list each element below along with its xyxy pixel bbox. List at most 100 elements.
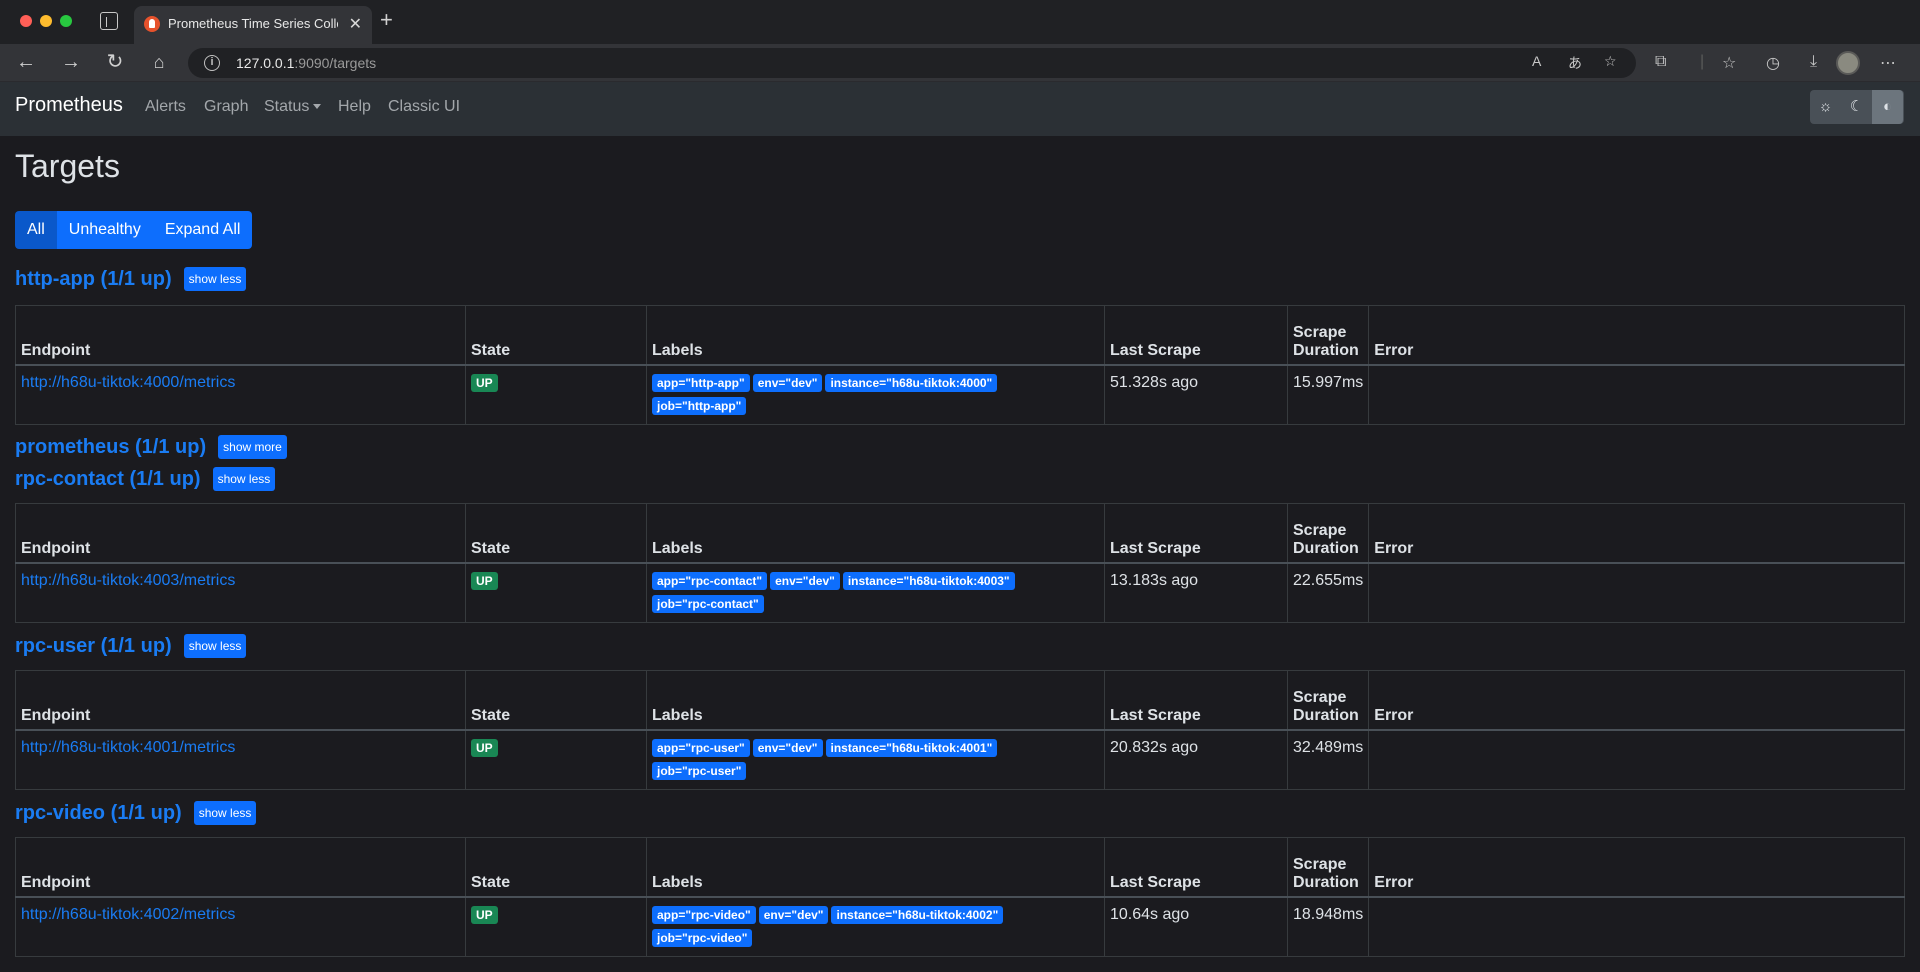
downloads-icon[interactable]: ⤓ (1810, 53, 1817, 71)
pool-title-rpc-video[interactable]: rpc-video (1/1 up) (15, 802, 182, 825)
browser-tab-strip: Prometheus Time Series Collection and Pr… (0, 0, 1920, 44)
state-cell: UP (465, 364, 647, 425)
col-endpoint: Endpoint (15, 670, 466, 731)
targets-table-http-app: Endpoint State Labels Last Scrape Scrape… (15, 305, 1905, 425)
col-labels: Labels (646, 670, 1105, 731)
show-less-button[interactable]: show less (183, 634, 247, 658)
more-options-icon[interactable]: ⋯ (1880, 53, 1896, 73)
label-badge: job="rpc-video" (652, 928, 753, 947)
pool-title-prometheus[interactable]: prometheus (1/1 up) (15, 436, 206, 459)
profile-avatar[interactable] (1836, 51, 1860, 75)
toolbar-divider: | (1700, 53, 1705, 70)
close-window-button[interactable] (20, 15, 32, 27)
label-badge: job="rpc-contact" (652, 594, 764, 613)
endpoint-cell: http://h68u-tiktok:4003/metrics (15, 562, 466, 623)
show-less-button[interactable]: show less (212, 467, 276, 491)
history-icon[interactable]: ◷ (1766, 53, 1780, 73)
state-badge: UP (471, 373, 498, 392)
pool-title-rpc-contact[interactable]: rpc-contact (1/1 up) (15, 468, 201, 491)
endpoint-link[interactable]: http://h68u-tiktok:4003/metrics (21, 572, 235, 589)
new-tab-icon[interactable]: + (380, 8, 393, 32)
read-aloud-icon[interactable]: A (1532, 53, 1541, 69)
label-badge: instance="h68u-tiktok:4003" (842, 571, 1015, 590)
labels-cell: app="rpc-video" env="dev" instance="h68u-t… (646, 896, 1105, 957)
error-cell (1368, 729, 1905, 790)
state-badge: UP (471, 738, 498, 757)
pool-title-rpc-user[interactable]: rpc-user (1/1 up) (15, 635, 172, 658)
state-cell: UP (465, 896, 647, 957)
state-badge: UP (471, 571, 498, 590)
endpoint-link[interactable]: http://h68u-tiktok:4000/metrics (21, 374, 235, 391)
duration-cell: 32.489ms (1286, 729, 1370, 790)
show-less-button[interactable]: show less (183, 267, 247, 291)
translate-icon[interactable]: あ (1568, 53, 1582, 73)
col-last-scrape: Last Scrape (1104, 305, 1288, 366)
add-favorite-icon[interactable]: ☆ (1604, 53, 1617, 70)
tab-actions-icon[interactable] (100, 12, 118, 30)
prometheus-page: Prometheus Alerts Graph Status Help Clas… (0, 82, 1920, 972)
show-less-button[interactable]: show less (193, 801, 257, 825)
pool-title-http-app[interactable]: http-app (1/1 up) (15, 268, 172, 291)
favorites-icon[interactable]: ☆ (1722, 53, 1736, 73)
home-icon[interactable]: ⌂ (147, 50, 171, 74)
table-header-row: Endpoint State Labels Last Scrape Scrape… (15, 503, 1905, 564)
show-more-button[interactable]: show more (218, 435, 287, 459)
close-tab-icon[interactable]: ✕ (349, 14, 362, 34)
label-badge: env="dev" (770, 571, 840, 590)
col-state: State (465, 503, 647, 564)
label-badge: app="rpc-user" (652, 738, 750, 757)
state-cell: UP (465, 729, 647, 790)
last-scrape-cell: 51.328s ago (1104, 364, 1288, 425)
auto-theme-icon[interactable]: ◐ (1872, 90, 1903, 124)
expand-all-button[interactable]: Expand All (152, 211, 253, 249)
table-row: http://h68u-tiktok:4000/metrics UP app="… (15, 364, 1905, 425)
page-title: Targets (15, 148, 120, 184)
col-last-scrape: Last Scrape (1104, 503, 1288, 564)
site-info-icon[interactable]: i (204, 55, 220, 71)
nav-status[interactable]: Status (264, 98, 322, 116)
top-navbar: Prometheus Alerts Graph Status Help Clas… (0, 82, 1920, 136)
browser-tab[interactable]: Prometheus Time Series Collection and Pr… (134, 6, 372, 44)
zoom-window-button[interactable] (60, 15, 72, 27)
label-badge: app="rpc-video" (652, 905, 756, 924)
extensions-icon[interactable]: ⧉ (1655, 53, 1666, 71)
dark-theme-icon[interactable]: ☾ (1841, 90, 1872, 124)
label-badge: instance="h68u-tiktok:4000" (825, 373, 998, 392)
address-bar[interactable]: i 127.0.0.1:9090/targets A あ ☆ (188, 48, 1636, 78)
endpoint-cell: http://h68u-tiktok:4002/metrics (15, 896, 466, 957)
col-error: Error (1368, 670, 1905, 731)
col-error: Error (1368, 305, 1905, 366)
col-last-scrape: Last Scrape (1104, 670, 1288, 731)
nav-alerts[interactable]: Alerts (145, 98, 186, 116)
chevron-down-icon (313, 104, 322, 110)
nav-help[interactable]: Help (338, 98, 371, 116)
minimize-window-button[interactable] (40, 15, 52, 27)
nav-status-label: Status (264, 98, 310, 115)
url-text[interactable]: 127.0.0.1:9090/targets (236, 55, 376, 71)
pool-header-rpc-video: rpc-video (1/1 up) show less (15, 801, 257, 825)
nav-graph[interactable]: Graph (204, 98, 248, 116)
nav-classic-ui[interactable]: Classic UI (388, 98, 460, 116)
filter-unhealthy-button[interactable]: Unhealthy (56, 211, 153, 249)
browser-toolbar: ← → ↻ ⌂ i 127.0.0.1:9090/targets A あ ☆ ⧉… (0, 44, 1920, 82)
labels-cell: app="http-app" env="dev" instance="h68u-ti… (646, 364, 1105, 425)
error-cell (1368, 364, 1905, 425)
state-cell: UP (465, 562, 647, 623)
back-icon[interactable]: ← (14, 50, 38, 74)
endpoint-link[interactable]: http://h68u-tiktok:4002/metrics (21, 906, 235, 923)
col-endpoint: Endpoint (15, 305, 466, 366)
brand-link[interactable]: Prometheus (15, 94, 123, 117)
endpoint-link[interactable]: http://h68u-tiktok:4001/metrics (21, 739, 235, 756)
duration-cell: 22.655ms (1286, 562, 1370, 623)
error-cell (1368, 896, 1905, 957)
label-badge: env="dev" (758, 905, 829, 924)
light-theme-icon[interactable]: ☼ (1810, 90, 1841, 124)
col-endpoint: Endpoint (15, 837, 466, 898)
filter-all-button[interactable]: All (15, 211, 57, 249)
targets-table-rpc-video: Endpoint State Labels Last Scrape Scrape… (15, 837, 1905, 957)
forward-icon[interactable]: → (59, 50, 83, 74)
duration-cell: 18.948ms (1286, 896, 1370, 957)
refresh-icon[interactable]: ↻ (103, 50, 127, 74)
col-state: State (465, 305, 647, 366)
labels-cell: app="rpc-user" env="dev" instance="h68u-ti… (646, 729, 1105, 790)
